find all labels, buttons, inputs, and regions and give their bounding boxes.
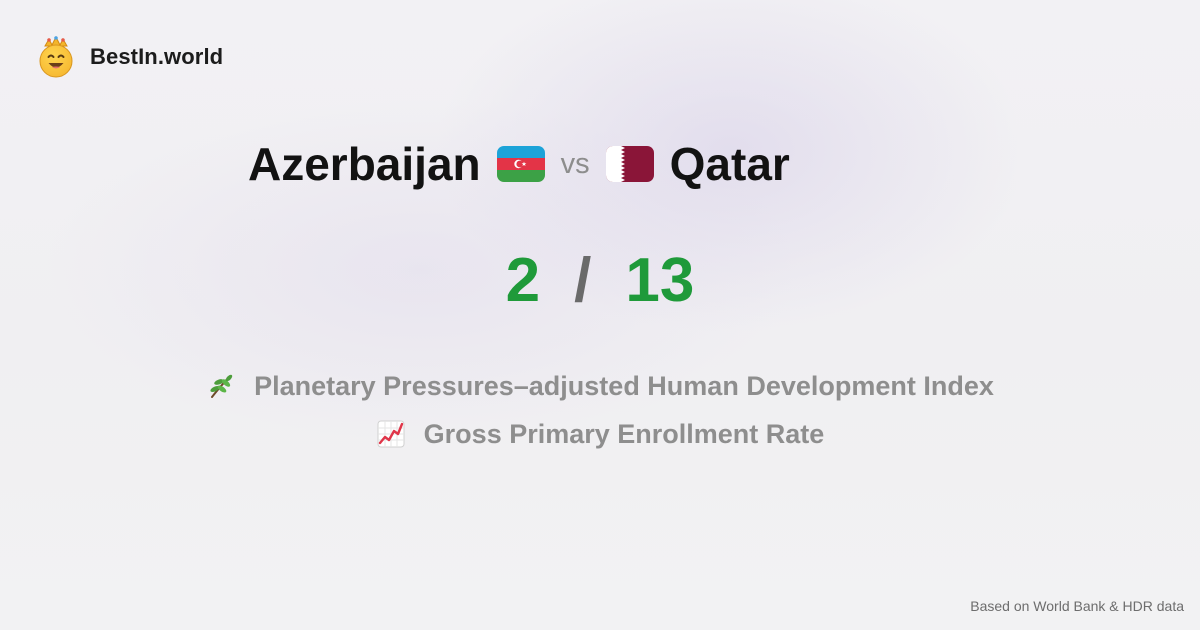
- country-left-name: Azerbaijan: [248, 138, 481, 190]
- brand-name: BestIn.world: [90, 44, 224, 69]
- azerbaijan-flag-icon: [496, 146, 545, 182]
- score-right: 13: [625, 246, 695, 315]
- score-left: 2: [505, 246, 541, 315]
- data-source-note: Based on World Bank & HDR data: [970, 598, 1184, 614]
- chart-increasing-icon: [377, 420, 405, 448]
- herb-icon: [210, 374, 233, 398]
- crowned-smiley-icon: [39, 36, 73, 78]
- metric-list: Planetary Pressures–adjusted Human Devel…: [0, 362, 1200, 458]
- vs-separator: vs: [560, 147, 590, 180]
- country-right-name: Qatar: [669, 138, 790, 190]
- metric-label: Gross Primary Enrollment Rate: [423, 418, 825, 449]
- score-display: 2 / 13: [0, 246, 1200, 316]
- metric-label: Planetary Pressures–adjusted Human Devel…: [254, 370, 994, 401]
- score-separator: /: [574, 246, 592, 315]
- qatar-flag-icon: [605, 146, 654, 182]
- comparison-title: Azerbaijan vs Qatar: [248, 132, 790, 196]
- brand[interactable]: BestIn.world: [38, 36, 223, 78]
- metric-item[interactable]: Planetary Pressures–adjusted Human Devel…: [0, 362, 1200, 410]
- metric-item[interactable]: Gross Primary Enrollment Rate: [0, 410, 1200, 458]
